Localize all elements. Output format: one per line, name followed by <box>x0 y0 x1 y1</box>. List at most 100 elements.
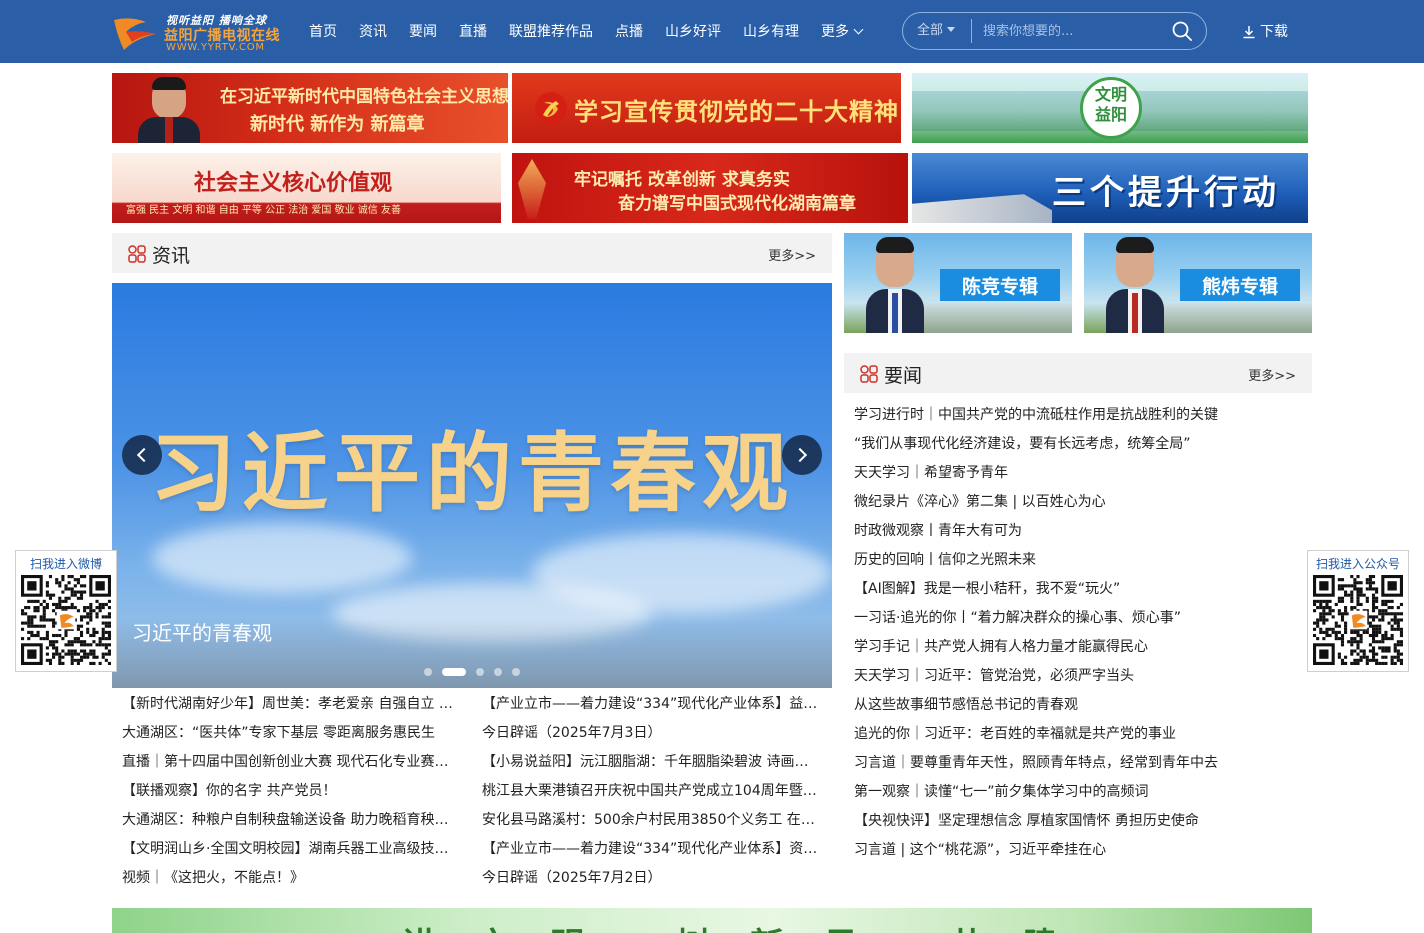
news-section-header: 资讯 更多>> <box>112 233 832 273</box>
chevron-right-icon <box>792 447 808 463</box>
news-carousel[interactable]: 习近平的青春观 习近平的青春观 <box>112 283 832 688</box>
qr-code-icon <box>21 575 111 665</box>
weibo-qr-widget[interactable]: 扫我进入微博 <box>15 550 117 672</box>
carousel-next-button[interactable] <box>782 435 822 475</box>
headlines-more-link[interactable]: 更多>> <box>1248 365 1296 384</box>
list-item[interactable]: 习言道 | 这个“桃花源”，习近平牵挂在心 <box>854 836 1284 865</box>
search-scope-select[interactable]: 全部 <box>917 13 956 49</box>
caret-down-icon <box>947 27 956 32</box>
party-emblem-icon <box>535 92 567 124</box>
banner-civilized-yiyang[interactable]: 文明益阳 <box>912 73 1308 143</box>
list-item[interactable]: 视频｜《这把火，不能点！》 <box>122 864 462 893</box>
site-logo[interactable]: 视听益阳 播响全球 益阳广播电视在线 WWW.YYRTV.COM <box>112 10 284 56</box>
weibo-qr-label: 扫我进入微博 <box>29 557 102 571</box>
banner-title-line1: 在习近平新时代中国特色社会主义思想指引下 <box>220 87 508 107</box>
list-item[interactable]: 【央视快评】坚定理想信念 厚植家国情怀 勇担历史使命 <box>854 807 1284 836</box>
list-item[interactable]: 大通湖区：种粮户自制秧盘输送设备 助力晚稻育秧跑出加速度 <box>122 806 462 835</box>
album-chen-jing[interactable]: 陈竞专辑 <box>844 233 1072 333</box>
list-item[interactable]: 今日辟谣（2025年7月3日） <box>482 719 822 748</box>
list-item[interactable]: 追光的你｜习近平：老百姓的幸福就是共产党的事业 <box>854 720 1284 749</box>
banner-text: 三个提升行动 <box>1052 173 1280 213</box>
album-tag: 陈竞专辑 <box>940 269 1060 301</box>
banner-text: 文明益阳 <box>1094 85 1127 124</box>
list-item[interactable]: 【产业立市——着力建设“334”现代化产业体系】资阳区 <box>482 835 822 864</box>
banner-core-values[interactable]: 社会主义核心价值观 富强 民主 文明 和谐 自由 平等 公正 法治 爱国 敬业 … <box>112 153 501 223</box>
banner-twentieth-congress[interactable]: 学习宣传贯彻党的二十大精神 <box>512 73 901 143</box>
nav-on-demand[interactable]: 点播 <box>615 20 643 44</box>
wechat-qr-widget[interactable]: 扫我进入公众号 <box>1307 550 1409 672</box>
nav-shanxiang-haoping[interactable]: 山乡好评 <box>665 20 721 44</box>
banner-portrait <box>134 77 204 143</box>
album-label: 熊炜专辑 <box>1201 276 1278 298</box>
news-list-left: 【新时代湖南好少年】周世美：孝老爱亲 自强自立 善良勇敢 大通湖区：“医共体”专… <box>122 690 462 893</box>
list-item[interactable]: 一习话·追光的你丨“着力解决群众的操心事、烦心事” <box>854 604 1284 633</box>
bottom-banner[interactable]: 讲文明 树新风 共建... <box>112 908 1312 933</box>
logo-url: WWW.YYRTV.COM <box>166 42 265 53</box>
nav-live[interactable]: 直播 <box>459 20 487 44</box>
carousel-caption[interactable]: 习近平的青春观 <box>132 617 272 646</box>
download-label: 下载 <box>1260 24 1288 40</box>
carousel-dot[interactable] <box>494 668 502 676</box>
album-portrait <box>1106 237 1164 333</box>
list-item[interactable]: 天天学习｜希望寄予青年 <box>854 459 1284 488</box>
nav-headlines[interactable]: 要闻 <box>409 20 437 44</box>
list-item[interactable]: 学习手记｜共产党人拥有人格力量才能赢得民心 <box>854 633 1284 662</box>
nav-more[interactable]: 更多 <box>821 20 864 44</box>
nav-home[interactable]: 首页 <box>309 20 337 44</box>
list-item[interactable]: 第一观察｜读懂“七一”前夕集体学习中的高频词 <box>854 778 1284 807</box>
main-nav: 首页 资讯 要闻 直播 联盟推荐作品 点播 山乡好评 山乡有理 更多 <box>298 20 873 44</box>
chevron-down-icon <box>853 24 864 35</box>
album-label: 陈竞专辑 <box>961 276 1038 298</box>
list-item[interactable]: 历史的回响丨信仰之光照未来 <box>854 546 1284 575</box>
headlines-section-title: 要闻 <box>884 365 923 387</box>
list-item[interactable]: 天天学习｜习近平：管党治党，必须严字当头 <box>854 662 1284 691</box>
search-input[interactable] <box>983 18 1163 44</box>
download-link[interactable]: 下载 <box>1242 20 1288 44</box>
banner-three-improvements[interactable]: 三个提升行动 <box>912 153 1308 223</box>
nav-alliance-works[interactable]: 联盟推荐作品 <box>509 20 593 44</box>
carousel-dot[interactable] <box>476 668 484 676</box>
list-item[interactable]: 今日辟谣（2025年7月2日） <box>482 864 822 893</box>
banner-train <box>912 194 1052 223</box>
album-portrait <box>866 237 924 333</box>
search-box: 全部 <box>902 12 1207 50</box>
list-item[interactable]: 【文明润山乡·全国文明校园】湖南兵器工业高级技工学校 <box>122 835 462 864</box>
album-background-buildings <box>1164 303 1312 333</box>
grid-icon <box>128 245 146 263</box>
list-item[interactable]: 时政微观察丨青年大有可为 <box>854 517 1284 546</box>
list-item[interactable]: 大通湖区：“医共体”专家下基层 零距离服务惠民生 <box>122 719 462 748</box>
banner-text: 社会主义核心价值观 <box>194 171 393 196</box>
list-item[interactable]: “我们从事现代化经济建设，要有长远考虑，统筹全局” <box>854 430 1284 459</box>
qr-code-icon <box>1313 575 1403 665</box>
nav-more-label: 更多 <box>821 24 849 40</box>
banner-text: 学习宣传贯彻党的二十大精神 <box>574 98 899 126</box>
list-item[interactable]: 直播｜第十四届中国创新创业大赛 现代石化专业赛新材料赛道 <box>122 748 462 777</box>
carousel-dots <box>112 668 832 676</box>
list-item[interactable]: 【小易说益阳】沅江胭脂湖：千年胭脂染碧波 诗画水乡醉游人 <box>482 748 822 777</box>
news-more-link[interactable]: 更多>> <box>768 245 816 264</box>
search-divider <box>971 19 972 43</box>
list-item[interactable]: 学习进行时｜中国共产党的中流砥柱作用是抗战胜利的关键 <box>854 401 1284 430</box>
list-item[interactable]: 习言道｜要尊重青年天性，照顾青年特点，经常到青年中去 <box>854 749 1284 778</box>
banner-torch-icon <box>518 159 546 219</box>
nav-news[interactable]: 资讯 <box>359 20 387 44</box>
list-item[interactable]: 【AI图解】我是一根小秸秆，我不爱“玩火” <box>854 575 1284 604</box>
list-item[interactable]: 【产业立市——着力建设“334”现代化产业体系】益阳高新区 <box>482 690 822 719</box>
list-item[interactable]: 桃江县大栗港镇召开庆祝中国共产党成立104周年暨表彰大会 <box>482 777 822 806</box>
carousel-slide-title: 习近平的青春观 <box>150 423 794 524</box>
list-item[interactable]: 安化县马路溪村：500余户村民用3850个义务工 在高山上修路 <box>482 806 822 835</box>
carousel-dot[interactable] <box>512 668 520 676</box>
nav-shanxiang-youli[interactable]: 山乡有理 <box>743 20 799 44</box>
carousel-dot[interactable] <box>442 668 466 676</box>
album-tag: 熊炜专辑 <box>1180 269 1300 301</box>
banner-reform[interactable]: 牢记嘱托 改革创新 求真务实 奋力谱写中国式现代化湖南篇章 <box>512 153 908 223</box>
banner-xi-thought[interactable]: 在习近平新时代中国特色社会主义思想指引下 新时代 新作为 新篇章 <box>112 73 508 143</box>
carousel-dot[interactable] <box>424 668 432 676</box>
list-item[interactable]: 【新时代湖南好少年】周世美：孝老爱亲 自强自立 善良勇敢 <box>122 690 462 719</box>
list-item[interactable]: 微纪录片《淬心》第二集 | 以百姓心为心 <box>854 488 1284 517</box>
list-item[interactable]: 【联播观察】你的名字 共产党员！ <box>122 777 462 806</box>
list-item[interactable]: 从这些故事细节感悟总书记的青春观 <box>854 691 1284 720</box>
search-icon[interactable] <box>1172 21 1192 41</box>
album-xiong-wei[interactable]: 熊炜专辑 <box>1084 233 1312 333</box>
carousel-prev-button[interactable] <box>122 435 162 475</box>
